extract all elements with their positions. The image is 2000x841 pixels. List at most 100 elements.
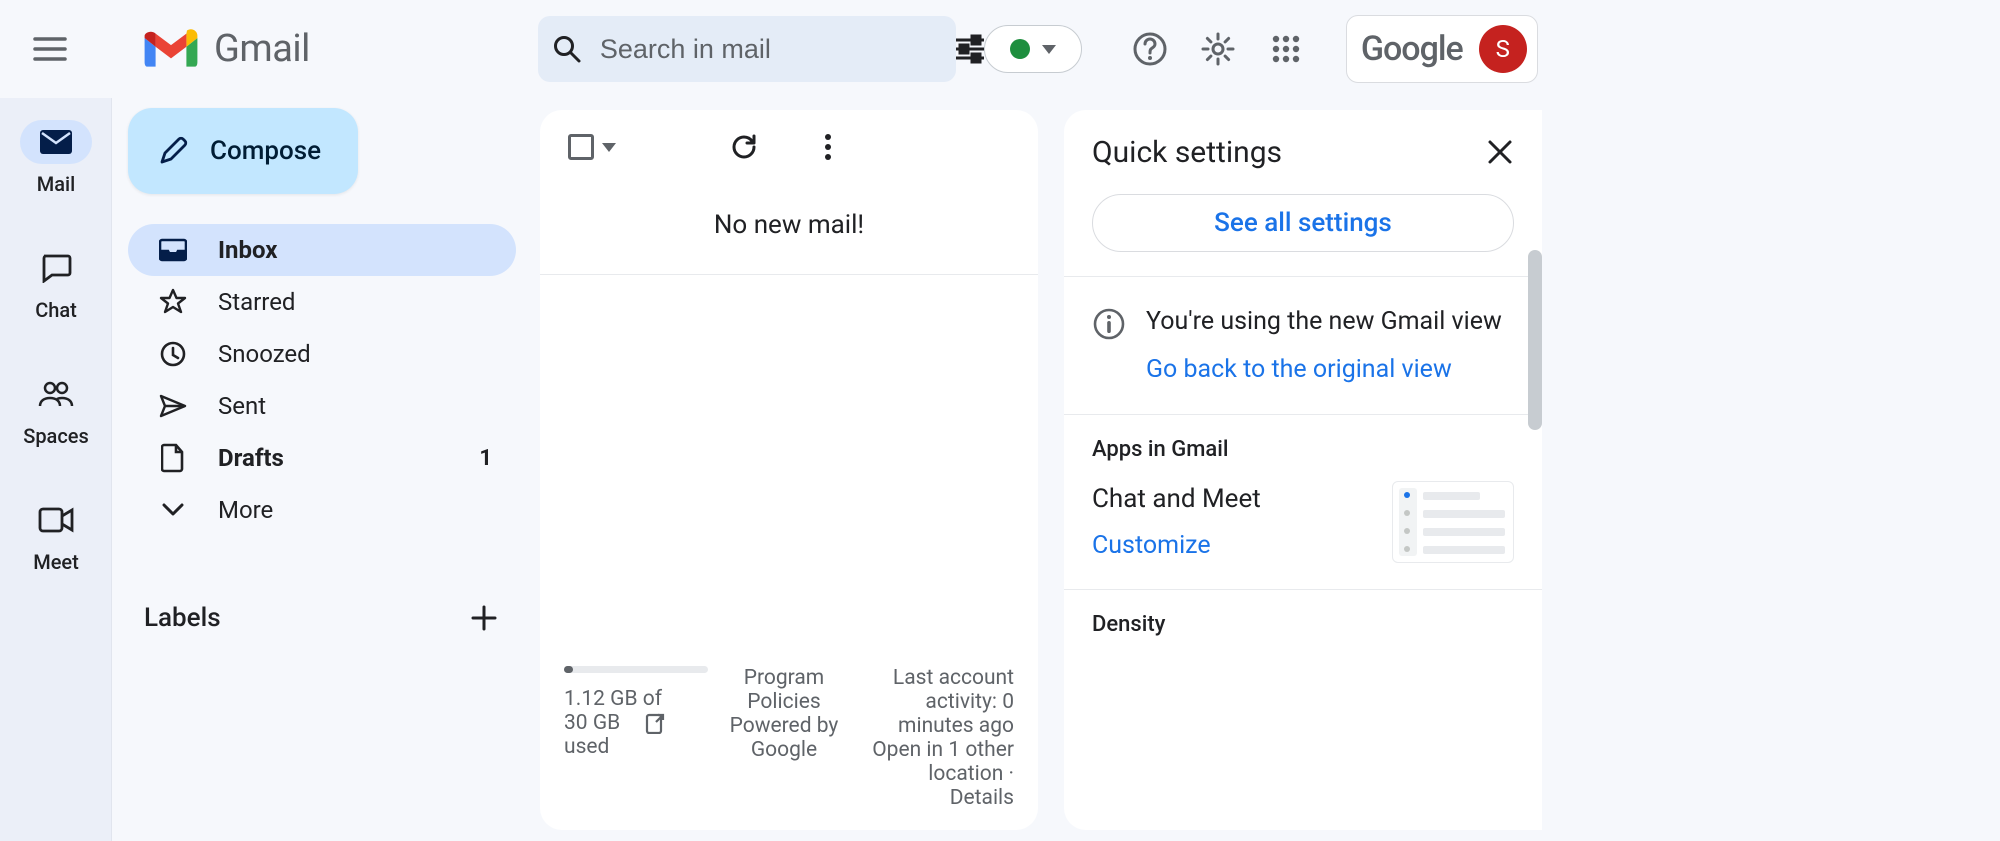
brand-name: Gmail bbox=[214, 27, 310, 71]
add-label-button[interactable] bbox=[462, 596, 506, 640]
file-icon bbox=[161, 443, 185, 473]
brand[interactable]: Gmail bbox=[142, 27, 310, 71]
app-header: Gmail Google S bbox=[0, 0, 2000, 98]
main-menu-button[interactable] bbox=[14, 13, 86, 85]
refresh-button[interactable] bbox=[722, 125, 766, 169]
rail-label: Mail bbox=[37, 172, 75, 196]
plus-icon bbox=[471, 605, 497, 631]
close-button[interactable] bbox=[1478, 130, 1522, 174]
mail-list-pane: No new mail! 1.12 GB of 30 GB used Progr… bbox=[540, 110, 1038, 830]
rail-item-chat[interactable]: Chat bbox=[10, 238, 102, 336]
search-options-button[interactable] bbox=[954, 27, 986, 71]
clock-icon bbox=[159, 340, 187, 368]
search-button[interactable] bbox=[552, 27, 582, 71]
activity-text: activity: 0 bbox=[854, 690, 1014, 714]
hamburger-icon bbox=[33, 37, 67, 61]
apps-section-heading: Apps in Gmail bbox=[1064, 415, 1542, 480]
settings-button[interactable] bbox=[1188, 19, 1248, 79]
more-actions-button[interactable] bbox=[806, 125, 850, 169]
storage-text: used bbox=[564, 735, 609, 759]
compose-button[interactable]: Compose bbox=[128, 108, 358, 194]
spaces-icon bbox=[37, 380, 75, 408]
mail-icon bbox=[39, 129, 73, 155]
layout-thumbnail[interactable] bbox=[1392, 481, 1514, 563]
meet-icon bbox=[38, 507, 74, 533]
chat-meet-label: Chat and Meet bbox=[1092, 480, 1261, 519]
chat-and-meet-row: Chat and Meet Customize bbox=[1064, 480, 1542, 589]
activity-details-link[interactable]: Details bbox=[854, 786, 1014, 810]
chat-icon bbox=[40, 253, 72, 283]
activity-text: minutes ago bbox=[854, 714, 1014, 738]
chevron-down-icon bbox=[602, 143, 616, 152]
mail-toolbar bbox=[540, 110, 1038, 184]
info-icon bbox=[1092, 307, 1126, 341]
header-actions bbox=[1120, 19, 1316, 79]
more-vert-icon bbox=[824, 133, 832, 161]
star-icon bbox=[159, 288, 187, 316]
open-in-new-icon[interactable] bbox=[643, 711, 667, 735]
rail-label: Chat bbox=[35, 298, 77, 322]
search-bar[interactable] bbox=[538, 16, 956, 82]
avatar[interactable]: S bbox=[1479, 25, 1527, 73]
qs-header: Quick settings bbox=[1064, 110, 1542, 182]
folder-sidebar: Compose Inbox Starred Snoozed Sent Draft… bbox=[112, 98, 532, 841]
customize-link[interactable]: Customize bbox=[1092, 527, 1261, 565]
account-chip[interactable]: Google S bbox=[1346, 15, 1538, 83]
scrollbar-thumb[interactable] bbox=[1528, 250, 1542, 430]
see-all-settings-button[interactable]: See all settings bbox=[1092, 194, 1514, 252]
rail-item-meet[interactable]: Meet bbox=[10, 490, 102, 588]
gear-icon bbox=[1200, 31, 1236, 67]
status-indicator[interactable] bbox=[984, 25, 1082, 73]
policies-block: Program Policies Powered by Google bbox=[728, 666, 840, 810]
help-icon bbox=[1132, 31, 1168, 67]
activity-block: Last account activity: 0 minutes ago Ope… bbox=[854, 666, 1014, 810]
labels-heading-row: Labels bbox=[128, 596, 516, 640]
apps-grid-icon bbox=[1272, 35, 1300, 63]
storage-text: 1.12 GB of bbox=[564, 687, 662, 711]
search-input[interactable] bbox=[582, 34, 954, 65]
new-view-notice: You're using the new Gmail view Go back … bbox=[1064, 277, 1542, 414]
labels-heading: Labels bbox=[144, 603, 221, 633]
search-icon bbox=[552, 34, 582, 64]
tune-icon bbox=[954, 34, 986, 64]
nav-label: Snoozed bbox=[218, 340, 311, 368]
send-icon bbox=[159, 394, 187, 418]
qs-title: Quick settings bbox=[1092, 135, 1282, 170]
select-all-checkbox[interactable] bbox=[568, 134, 616, 160]
apps-button[interactable] bbox=[1256, 19, 1316, 79]
rail-item-mail[interactable]: Mail bbox=[10, 112, 102, 210]
close-icon bbox=[1487, 139, 1513, 165]
storage-block: 1.12 GB of 30 GB used bbox=[564, 666, 714, 810]
go-back-link[interactable]: Go back to the original view bbox=[1146, 351, 1502, 389]
empty-state-text: No new mail! bbox=[540, 184, 1038, 275]
nav-starred[interactable]: Starred bbox=[128, 276, 516, 328]
notice-text: You're using the new Gmail view bbox=[1146, 307, 1502, 336]
gmail-logo-icon bbox=[142, 27, 200, 71]
google-logo-text: Google bbox=[1361, 29, 1463, 69]
chevron-down-icon bbox=[162, 503, 184, 517]
powered-text: Powered by bbox=[728, 714, 840, 738]
nav-label: Drafts bbox=[218, 444, 284, 472]
rail-label: Meet bbox=[33, 550, 79, 574]
status-dot-icon bbox=[1010, 39, 1030, 59]
support-button[interactable] bbox=[1120, 19, 1180, 79]
app-rail: Mail Chat Spaces Meet bbox=[0, 98, 112, 841]
nav-inbox[interactable]: Inbox bbox=[128, 224, 516, 276]
policies-link[interactable]: Policies bbox=[728, 690, 840, 714]
activity-text: location · bbox=[854, 762, 1014, 786]
nav-sent[interactable]: Sent bbox=[128, 380, 516, 432]
nav-drafts[interactable]: Drafts 1 bbox=[128, 432, 516, 484]
nav-snoozed[interactable]: Snoozed bbox=[128, 328, 516, 380]
rail-item-spaces[interactable]: Spaces bbox=[10, 364, 102, 462]
activity-text: Open in 1 other bbox=[854, 738, 1014, 762]
policies-link[interactable]: Program bbox=[728, 666, 840, 690]
nav-count: 1 bbox=[479, 446, 492, 471]
powered-text: Google bbox=[728, 738, 840, 762]
folder-list: Inbox Starred Snoozed Sent Drafts 1 More bbox=[128, 224, 516, 536]
refresh-icon bbox=[730, 133, 758, 161]
nav-more[interactable]: More bbox=[128, 484, 516, 536]
storage-text: 30 GB bbox=[564, 711, 620, 735]
nav-label: More bbox=[218, 496, 273, 524]
mail-footer: 1.12 GB of 30 GB used Program Policies P… bbox=[564, 666, 1014, 810]
checkbox-icon bbox=[568, 134, 594, 160]
